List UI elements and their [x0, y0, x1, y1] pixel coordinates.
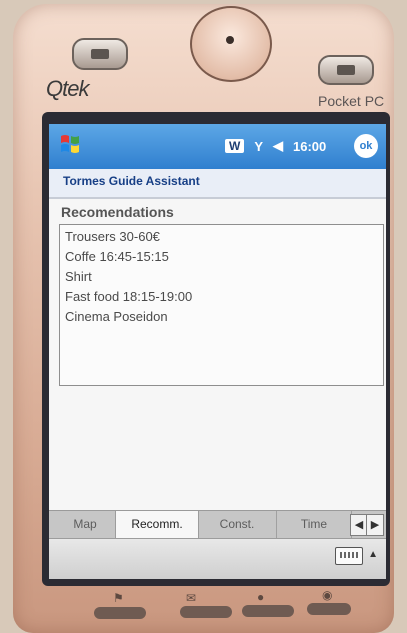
- application-title-bar: Tormes Guide Assistant: [49, 169, 386, 199]
- list-item[interactable]: Trousers 30-60€: [65, 229, 160, 244]
- list-item[interactable]: Cinema Poseidon: [65, 309, 168, 324]
- contacts-icon: ●: [257, 590, 265, 604]
- windows-flag-icon[interactable]: [58, 132, 84, 156]
- mail-icon: ✉: [186, 591, 197, 605]
- bottom-key-power[interactable]: [307, 603, 351, 615]
- clock-time[interactable]: 16:00: [293, 139, 326, 154]
- calendar-icon: [91, 49, 109, 59]
- input-up-arrow-icon[interactable]: ▲: [368, 549, 378, 560]
- menu-bar: ▲: [49, 538, 386, 579]
- tab-bar: Map Recomm. Const. Time ◀ ▶: [49, 510, 386, 539]
- brand-logo: Qtek: [46, 76, 89, 101]
- tab-map[interactable]: Map: [55, 511, 116, 538]
- bottom-key-contacts[interactable]: [242, 605, 294, 617]
- recommendations-list: Trousers 30-60€ Coffe 16:45-15:15 Shirt …: [59, 224, 384, 386]
- list-item[interactable]: Fast food 18:15-19:00: [65, 289, 192, 304]
- dpad-center[interactable]: [226, 36, 234, 44]
- power-icon: ◉: [322, 588, 333, 602]
- right-hardware-button[interactable]: [318, 55, 374, 85]
- left-hardware-button[interactable]: [72, 38, 128, 70]
- recommendations-heading: Recomendations: [61, 204, 174, 220]
- list-item[interactable]: Shirt: [65, 269, 92, 284]
- tab-scroll-right-icon[interactable]: ▶: [366, 514, 384, 536]
- device-screen: W Y ◀ 16:00 ok Tormes Guide Assistant Re…: [49, 124, 386, 579]
- application-title: Tormes Guide Assistant: [63, 174, 200, 188]
- status-area: W Y ◀ 16:00: [225, 138, 326, 154]
- bottom-key-mail[interactable]: [180, 606, 232, 618]
- tab-time[interactable]: Time: [277, 511, 352, 538]
- navigation-pad[interactable]: [190, 6, 272, 82]
- tab-const[interactable]: Const.: [198, 511, 277, 538]
- tab-recomm[interactable]: Recomm.: [115, 511, 199, 538]
- bottom-key-start[interactable]: [94, 607, 146, 619]
- contacts-icon: [337, 65, 355, 75]
- ok-button[interactable]: ok: [354, 134, 378, 158]
- keyboard-icon[interactable]: [335, 547, 363, 565]
- w-status-badge: W: [225, 139, 245, 153]
- list-item[interactable]: Coffe 16:45-15:15: [65, 249, 169, 264]
- signal-icon[interactable]: Y: [254, 139, 263, 154]
- volume-icon[interactable]: ◀: [273, 138, 283, 154]
- top-taskbar: W Y ◀ 16:00 ok: [49, 124, 386, 169]
- windows-key-icon: ⚑: [113, 591, 124, 605]
- model-label: Pocket PC: [318, 93, 385, 109]
